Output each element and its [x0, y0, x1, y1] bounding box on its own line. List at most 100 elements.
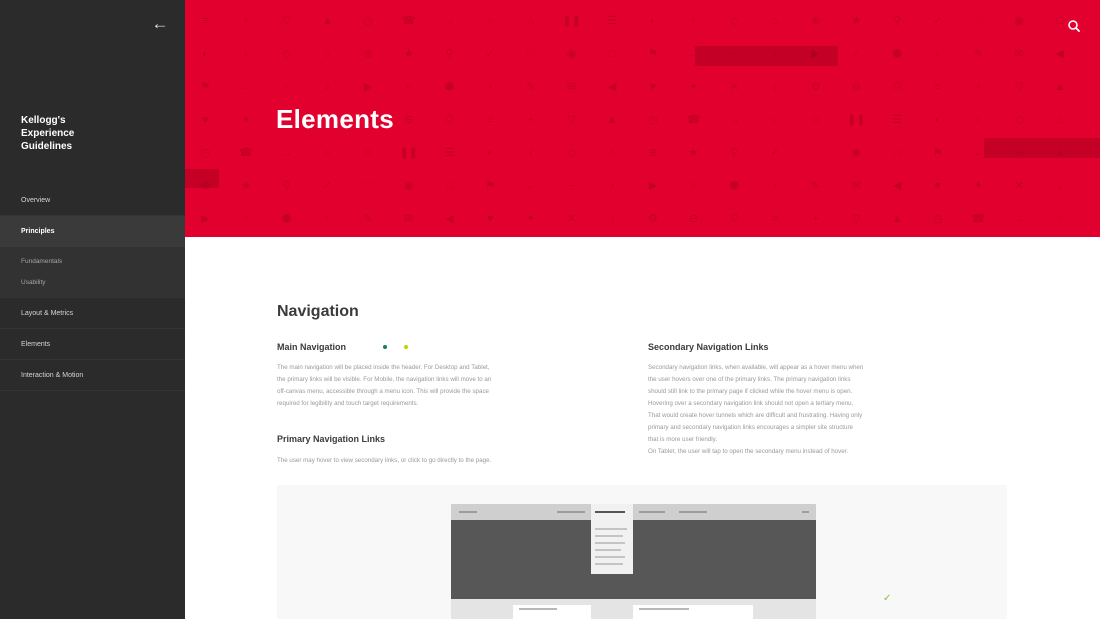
icon-pattern-row: ◐ ‹ ◇ ⌂ ⊕ ★ ⚲ ✓ ♡ ◉ □ ⚑ ← − ♪ ▶ ⌕ ⬢ › ✎ ✉ ◀	[185, 37, 1100, 70]
pattern-icon: ◷	[363, 15, 373, 27]
pattern-icon: ✉	[851, 180, 861, 192]
pattern-icon: →	[281, 146, 293, 159]
pattern-icon: ≡	[202, 14, 209, 27]
pattern-icon: ⊖	[404, 114, 414, 126]
pattern-icon: ▽	[1014, 81, 1024, 93]
pattern-icon: ⌕	[853, 47, 860, 59]
pattern-icon: ✕	[729, 81, 739, 93]
paragraph-line: Hovering over a secondary navigation lin…	[648, 400, 854, 407]
pattern-icon: ▲	[606, 113, 618, 126]
pattern-icon: ✦	[526, 213, 536, 225]
mockup-card-line	[639, 608, 689, 610]
mockup-nav-line	[679, 511, 707, 513]
mockup-hover-dropdown	[591, 504, 633, 574]
pattern-icon: ✓	[770, 147, 780, 159]
paragraph-line: primary and secondary navigation links e…	[648, 424, 853, 431]
brand-title: Kellogg's Experience Guidelines	[21, 114, 74, 153]
pattern-icon: ‹	[244, 47, 248, 60]
pattern-icon: ★	[403, 48, 414, 60]
pattern-icon: ⬢	[444, 81, 455, 93]
pattern-icon: ☰	[607, 15, 618, 27]
pattern-icon: ⚲	[730, 147, 739, 159]
pattern-icon: ⎙	[729, 212, 739, 224]
pattern-icon: ◐	[649, 14, 657, 27]
pattern-icon: ☆	[363, 147, 374, 159]
sidebar-subnav: Fundamentals Usability	[0, 247, 185, 298]
page-title: Elements	[276, 104, 395, 134]
pattern-icon: ≡	[486, 113, 494, 126]
pattern-icon: □	[893, 146, 901, 159]
mockup-card	[633, 605, 753, 619]
pattern-icon: +	[242, 14, 250, 27]
pattern-icon: ◀	[445, 213, 454, 225]
mockup-card	[513, 605, 591, 619]
sidebar-nav: Overview Principles Fundamentals Usabili…	[0, 185, 185, 391]
pattern-icon: ♥	[486, 212, 494, 225]
dropdown-item-line	[595, 563, 623, 565]
pattern-icon: ⊖	[851, 81, 861, 93]
paragraph-line: should still link to the primary page if…	[648, 388, 853, 395]
pattern-icon: ▽	[282, 15, 291, 27]
sidebar-item-overview[interactable]: Overview	[0, 185, 185, 216]
icon-pattern-row: ≡ + ▽ ▲ ◷ ☎ → ○ ☆ ❚❚ ☰ ◐ ‹ ◇ ⌂ ⊕ ★ ⚲ ✓ ♡ ◉ □	[185, 4, 1100, 37]
brand-line-2: Experience	[21, 128, 75, 139]
main-navigation-heading: Main Navigation	[277, 342, 347, 352]
dropdown-item-line	[595, 528, 627, 530]
pattern-icon: ✉	[404, 213, 414, 225]
pattern-icon: ♥	[934, 179, 941, 192]
pattern-icon: ✕	[1014, 180, 1024, 192]
pattern-icon: ✓	[485, 48, 495, 60]
pattern-icon: ○	[324, 146, 331, 159]
sidebar-item-layout-metrics[interactable]: Layout & Metrics	[0, 298, 185, 329]
pattern-icon: →	[728, 113, 740, 126]
pattern-icon: ♪	[609, 179, 615, 192]
pattern-icon: ★	[241, 180, 251, 192]
pattern-icon: ◇	[282, 48, 291, 60]
back-arrow-icon[interactable]: ←	[150, 14, 170, 34]
sidebar-subitem-fundamentals[interactable]: Fundamentals	[0, 251, 185, 272]
pattern-icon: ›	[488, 80, 492, 93]
pattern-icon: ⚑	[485, 180, 496, 192]
pattern-icon: +	[527, 113, 535, 126]
sidebar-item-interaction-motion[interactable]: Interaction & Motion	[0, 360, 185, 391]
pattern-icon: ✓	[933, 15, 943, 27]
paragraph-line: On Tablet, the user will tap to open the…	[648, 448, 849, 455]
pattern-icon: ⊕	[811, 15, 821, 27]
navigation-illustration: ✓	[277, 485, 1007, 619]
pattern-icon: ○	[486, 14, 494, 27]
mockup-card-line	[519, 608, 557, 610]
sidebar-subitem-usability[interactable]: Usability	[0, 272, 185, 293]
pattern-icon: ↓	[1057, 179, 1063, 192]
pattern-icon: ❚❚	[847, 114, 866, 126]
sidebar-item-principles[interactable]: Principles	[0, 216, 185, 247]
pattern-icon: ⬢	[729, 180, 740, 192]
pattern-icon: ☰	[892, 114, 902, 126]
pattern-icon: ◷	[932, 213, 943, 225]
dropdown-title-line	[595, 511, 625, 513]
pattern-icon: □	[446, 179, 453, 192]
pattern-icon: ✎	[811, 180, 821, 192]
mockup-hero-area	[451, 520, 816, 599]
mockup-header-bar	[451, 504, 816, 520]
hero-pattern-block	[984, 138, 1100, 158]
pattern-icon: ♡	[363, 180, 374, 192]
pattern-icon: ←	[240, 80, 252, 93]
pattern-icon: ◀	[892, 180, 902, 192]
mockup-logo-line	[459, 511, 477, 513]
secondary-navigation-links-heading: Secondary Navigation Links	[648, 342, 769, 352]
pattern-icon: ⚲	[282, 180, 291, 192]
search-icon[interactable]	[1064, 16, 1084, 36]
hero-pattern-block	[185, 169, 219, 188]
sidebar-item-elements[interactable]: Elements	[0, 329, 185, 360]
paragraph-line: required for legibility and touch target…	[277, 400, 419, 407]
secondary-navigation-links-text: Secondary navigation links, when availab…	[648, 362, 958, 458]
pattern-icon: ◉	[1014, 15, 1024, 27]
pattern-icon: ▽	[567, 114, 576, 126]
pattern-icon: ❚❚	[562, 15, 581, 27]
icon-pattern-row: ⚑ ← − ♪ ▶ ⌕ ⬢ › ✎ ✉ ◀ ♥ ✦ ✕ ↓ ⚙ ⊖ ⎙ ≡ + ▽ ▲	[185, 70, 1100, 103]
pattern-icon: ✎	[526, 81, 536, 93]
pattern-icon: ⚲	[893, 15, 902, 27]
pattern-icon: ≡	[771, 212, 779, 225]
pattern-icon: ○	[771, 113, 779, 126]
pattern-icon: ◷	[200, 147, 211, 159]
